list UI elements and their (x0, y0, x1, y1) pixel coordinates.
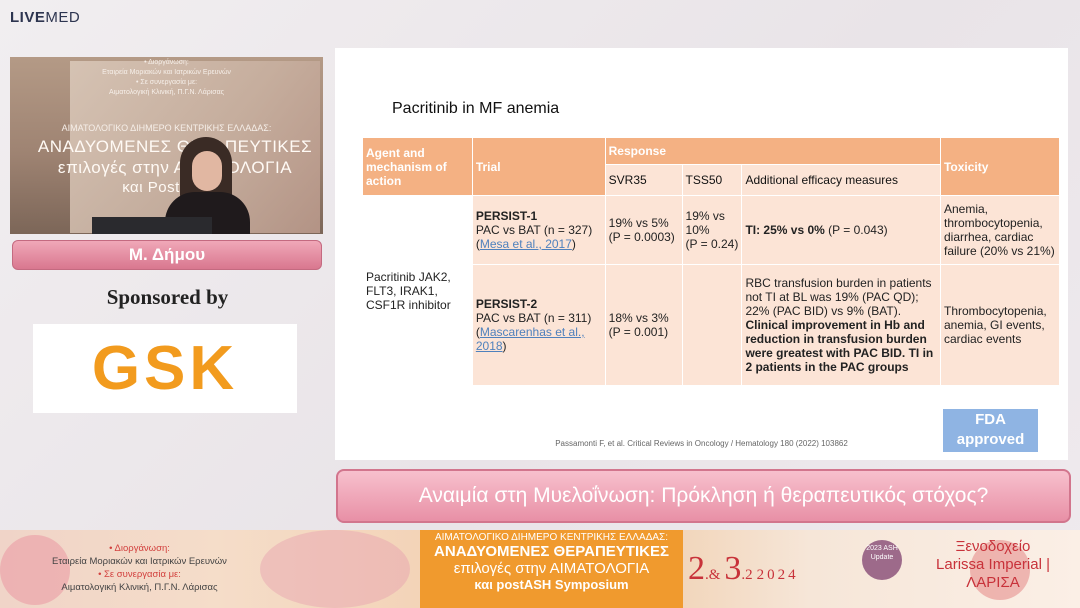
svr35-cell: 18% vs 3% (P = 0.001) (604, 264, 683, 386)
table-row: Pacritinib JAK2, FLT3, IRAK1, CSF1R inhi… (362, 195, 1061, 386)
svr35-value: 19% vs 5% (608, 216, 669, 230)
tss50-cell: 19% vs 10% (P = 0.24) (681, 195, 743, 265)
tss50-p: (P = 0.24) (685, 237, 739, 251)
trial-cell: PERSIST-1 PAC vs BAT (n = 327) (Mesa et … (471, 195, 606, 265)
podium-laptop (92, 217, 212, 234)
trial-ref-line: (Mesa et al., 2017) (476, 237, 602, 251)
ash-update-badge: 2023 ASH Update (862, 540, 902, 580)
partner-label: • Σε συνεργασία με: (98, 569, 181, 580)
trial-cell: PERSIST-2 PAC vs BAT (n = 311) (Mascaren… (471, 264, 606, 386)
event-title-line-4: και postASH Symposium (474, 577, 629, 592)
venue-line-2: Larissa Imperial | ΛΑΡΙΣΑ (936, 556, 1050, 591)
ref-close: ) (502, 339, 507, 353)
svr35-p: (P = 0.001) (608, 325, 669, 339)
logo-med: MED (45, 9, 81, 26)
trial-desc: PAC vs BAT (n = 311) (475, 311, 592, 325)
header-toxicity: Toxicity (939, 137, 1061, 196)
header-trial: Trial (471, 137, 606, 196)
tss50-cell (681, 264, 743, 386)
day-1: 2 (688, 550, 705, 587)
venue-line-1: Ξενοδοχείο (955, 538, 1031, 555)
day-2: 3 (724, 550, 742, 587)
citation: Passamonti F, et al. Critical Reviews in… (555, 439, 848, 448)
venue: Ξενοδοχείο Larissa Imperial | ΛΑΡΙΣΑ (908, 538, 1078, 592)
organizer-label: • Διοργάνωση: (109, 543, 170, 554)
trial-desc: PAC vs BAT (n = 327) (475, 223, 593, 237)
event-banner: • Διοργάνωση: Εταιρεία Μοριακών και Ιατρ… (0, 530, 1080, 608)
camera-line-1: • Διοργάνωση: (144, 59, 189, 66)
svr35-cell: 19% vs 5% (P = 0.0003) (604, 195, 683, 265)
additional-bold: Clinical improvement in Hb and reduction… (745, 318, 934, 374)
efficacy-table: Agent and mechanism of action Trial Resp… (362, 137, 1061, 386)
year: 2024 (756, 567, 799, 583)
additional-plain: RBC transfusion burden in patients not T… (745, 276, 932, 318)
camera-line-4: Αιματολογική Κλινική, Π.Γ.Ν. Λάρισας (108, 89, 225, 96)
additional-rest: (P = 0.043) (824, 223, 888, 237)
reference-link[interactable]: Mesa et al., 2017 (480, 237, 572, 251)
gsk-logo: GSK (91, 334, 239, 403)
event-title-line-1: ΑΙΜΑΤΟΛΟΓΙΚΟ ΔΙΗΜΕΡΟ ΚΕΝΤΡΙΚΗΣ ΕΛΛΑΔΑΣ: (434, 532, 669, 543)
presentation-slide: Pacritinib in MF anemia Agent and mechan… (335, 48, 1068, 460)
ref-close: ) (571, 237, 576, 251)
slide-title: Pacritinib in MF anemia (392, 100, 560, 117)
month: .2 (741, 567, 753, 583)
camera-line-2: Εταιρεία Μοριακών και Ιατρικών Ερευνών (102, 69, 231, 76)
speaker-face (192, 151, 222, 191)
sponsor-logo-box: GSK (33, 324, 297, 413)
additional-cell: TI: 25% vs 0% (P = 0.043) (741, 195, 941, 265)
svr35-p: (P = 0.0003) (608, 230, 675, 244)
table-header-row: Agent and mechanism of action Trial Resp… (362, 137, 1061, 196)
toxicity-cell: Thrombocytopenia, anemia, GI events, car… (939, 264, 1061, 386)
tss50-value: 19% vs 10% (685, 209, 725, 237)
agent-cell: Pacritinib JAK2, FLT3, IRAK1, CSF1R inhi… (362, 195, 473, 386)
header-response: Response (604, 137, 941, 165)
logo-live: LIVE (10, 9, 46, 26)
partner-name: Αιματολογική Κλινική, Π.Γ.Ν. Λάρισας (61, 582, 218, 593)
talk-title-bar: Αναιμία στη Μυελοΐνωση: Πρόκληση ή θεραπ… (336, 469, 1071, 523)
additional-bold: TI: 25% vs 0% (745, 223, 825, 237)
toxicity-cell: Anemia, thrombocytopenia, diarrhea, card… (939, 195, 1061, 265)
organizer-text: • Διοργάνωση: Εταιρεία Μοριακών και Ιατρ… (32, 542, 247, 594)
event-dates: 2.& 3.2 2024 (688, 550, 799, 588)
camera-banner-line-1: ΑΙΜΑΤΟΛΟΓΙΚΟ ΔΙΗΜΕΡΟ ΚΕΝΤΡΙΚΗΣ ΕΛΛΑΔΑΣ: (61, 123, 272, 133)
svr35-value: 18% vs 3% (608, 311, 669, 325)
additional-cell: RBC transfusion burden in patients not T… (741, 264, 941, 386)
sponsored-by-label: Sponsored by (106, 285, 229, 309)
livemed-logo: LIVEMED (10, 9, 80, 26)
event-title-box: ΑΙΜΑΤΟΛΟΓΙΚΟ ΔΙΗΜΕΡΟ ΚΕΝΤΡΙΚΗΣ ΕΛΛΑΔΑΣ: … (420, 530, 683, 608)
header-svr35: SVR35 (604, 164, 683, 196)
event-title-line-3: επιλογές στην ΑΙΜΑΤΟΛΟΓΙΑ (453, 560, 650, 577)
event-title-line-2: ΑΝΑΔΥΟΜΕΝΕΣ ΘΕΡΑΠΕΥΤΙΚΕΣ (434, 543, 669, 560)
header-tss50: TSS50 (681, 164, 743, 196)
trial-name: PERSIST-2 (475, 297, 538, 311)
trial-ref-line: (Mascarenhas et al., 2018) (476, 325, 602, 353)
header-additional: Additional efficacy measures (741, 164, 941, 196)
day-sep: .& (705, 567, 721, 583)
banner-decor-art (260, 530, 410, 608)
trial-name: PERSIST-1 (475, 209, 538, 223)
speaker-name-bar: Μ. Δήμου (12, 240, 322, 270)
camera-line-3: • Σε συνεργασία με: (135, 79, 198, 86)
speaker-video: • Διοργάνωση: Εταιρεία Μοριακών και Ιατρ… (10, 57, 323, 234)
reference-link[interactable]: Mascarenhas et al., 2018 (476, 325, 585, 353)
header-agent: Agent and mechanism of action (362, 137, 473, 196)
organizer-name: Εταιρεία Μοριακών και Ιατρικών Ερευνών (52, 556, 227, 567)
